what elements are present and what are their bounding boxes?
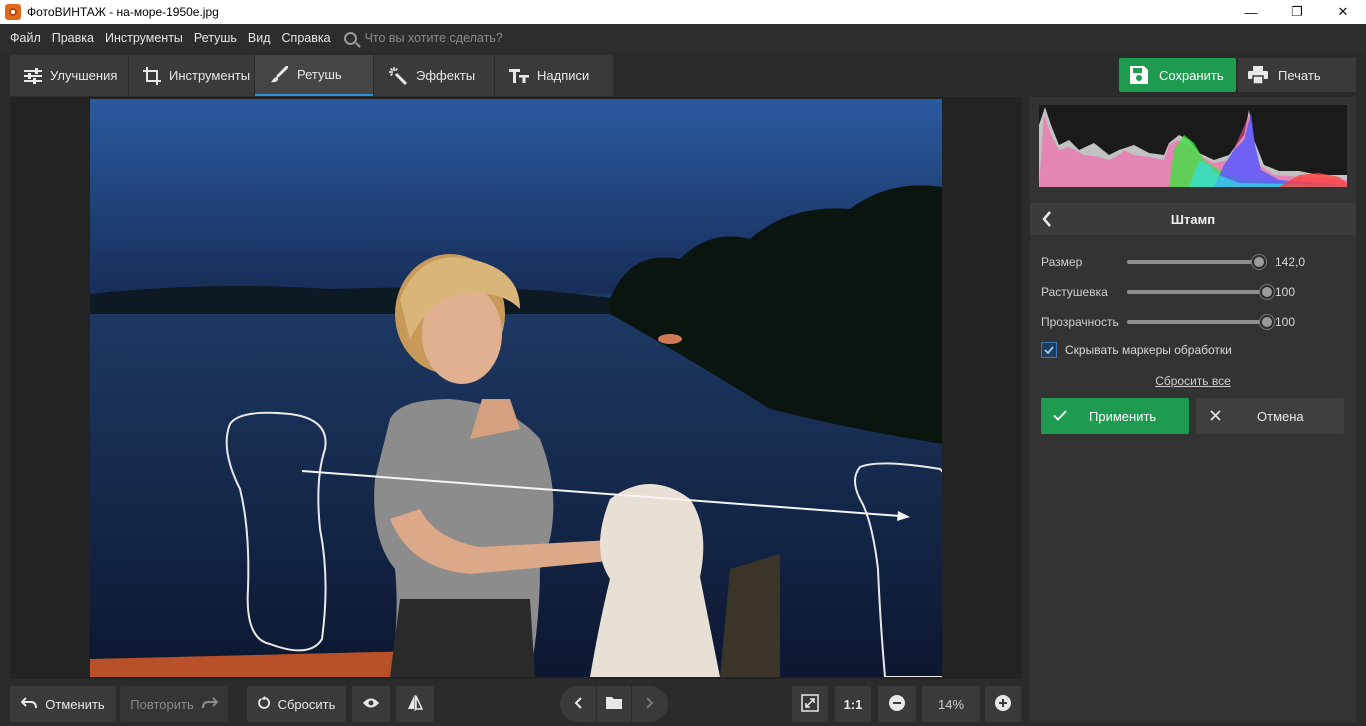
fit-screen-icon (801, 693, 819, 715)
search-icon (343, 31, 357, 45)
save-label: Сохранить (1159, 67, 1224, 83)
checkmark-icon (1044, 346, 1054, 354)
tab-retouch[interactable]: Ретушь (255, 55, 373, 96)
prev-photo-button[interactable] (560, 686, 596, 722)
slider-knob[interactable] (1260, 285, 1274, 299)
feather-label: Растушевка (1041, 285, 1108, 299)
photo-image (90, 99, 942, 677)
apply-label: Применить (1089, 408, 1157, 424)
chevron-right-icon (646, 696, 654, 712)
opacity-label: Прозрачность (1041, 315, 1119, 329)
tab-improvements[interactable]: Улучшения (10, 55, 128, 96)
menu-retouch[interactable]: Ретушь (194, 31, 237, 45)
opacity-slider-row: Прозрачность 100 (1041, 312, 1341, 332)
tab-label: Эффекты (416, 68, 476, 83)
cancel-label: Отмена (1257, 408, 1304, 424)
sliders-icon (24, 66, 42, 86)
redo-label: Повторить (130, 696, 194, 712)
main-tabs: Улучшения Инструменты Ретушь Эффекты Над… (10, 55, 614, 96)
undo-label: Отменить (45, 696, 105, 712)
plus-circle-icon (995, 694, 1011, 714)
minimize-button[interactable]: — (1228, 0, 1274, 24)
preview-button[interactable] (352, 686, 390, 722)
window-title: ФотоВИНТАЖ - на-море-1950е.jpg (27, 5, 219, 19)
menu-view[interactable]: Вид (248, 31, 271, 45)
reset-icon (257, 695, 272, 713)
hide-markers-option[interactable]: Скрывать маркеры обработки (1041, 342, 1232, 358)
hide-markers-checkbox[interactable] (1041, 342, 1057, 358)
slider-knob[interactable] (1251, 255, 1266, 269)
save-button[interactable]: Сохранить (1119, 58, 1236, 92)
fit-screen-button[interactable] (792, 686, 828, 722)
eye-icon (362, 697, 380, 712)
print-label: Печать (1278, 67, 1321, 83)
size-slider[interactable] (1127, 255, 1267, 269)
panel-header: Штамп (1030, 203, 1356, 235)
print-button[interactable]: Печать (1238, 58, 1356, 92)
maximize-button[interactable]: ❐ (1274, 0, 1320, 24)
undo-icon (20, 696, 38, 712)
folder-icon (606, 696, 622, 712)
command-search[interactable]: Что вы хотите сделать? (343, 31, 503, 45)
photo-canvas[interactable] (90, 99, 942, 677)
zoom-out-button[interactable] (878, 686, 916, 722)
tab-label: Улучшения (50, 68, 118, 83)
chevron-left-icon (574, 696, 582, 712)
panel-title: Штамп (1170, 211, 1216, 227)
tab-captions[interactable]: Надписи (495, 55, 613, 96)
redo-icon (201, 696, 219, 712)
next-photo-button[interactable] (632, 686, 668, 722)
printer-icon (1248, 65, 1268, 85)
canvas-area[interactable] (10, 97, 1022, 679)
app-logo-icon (5, 4, 21, 20)
feather-slider-row: Растушевка 100 (1041, 282, 1341, 302)
text-icon (509, 66, 529, 86)
check-icon (1053, 409, 1067, 424)
size-slider-row: Размер 142,0 (1041, 252, 1341, 272)
tab-label: Инструменты (169, 68, 251, 83)
opacity-slider[interactable] (1127, 315, 1274, 329)
size-value: 142,0 (1275, 255, 1306, 269)
bottom-toolbar: Отменить Повторить Сбросить 1:1 14% (0, 682, 1024, 726)
reset-all-link[interactable]: Сбросить все (1030, 374, 1356, 388)
feather-slider[interactable] (1127, 285, 1274, 299)
hide-markers-label: Скрывать маркеры обработки (1065, 343, 1232, 357)
tab-tools[interactable]: Инструменты (129, 55, 254, 96)
menu-bar: Файл Правка Инструменты Ретушь Вид Справ… (0, 24, 1366, 52)
menu-file[interactable]: Файл (10, 31, 41, 45)
menu-help[interactable]: Справка (282, 31, 331, 45)
zoom-actual-button[interactable]: 1:1 (835, 686, 871, 722)
redo-button[interactable]: Повторить (120, 686, 228, 722)
title-bar: ФотоВИНТАЖ - на-море-1950е.jpg — ❐ ✕ (0, 0, 1366, 24)
apply-button[interactable]: Применить (1041, 398, 1189, 434)
reset-button[interactable]: Сбросить (247, 686, 346, 722)
tab-label: Ретушь (297, 67, 342, 82)
opacity-value: 100 (1275, 315, 1296, 329)
floppy-icon (1129, 65, 1149, 85)
feather-value: 100 (1275, 285, 1296, 299)
magic-wand-icon (388, 66, 408, 86)
crop-icon (143, 66, 161, 86)
tab-label: Надписи (537, 68, 590, 83)
close-icon (1210, 409, 1221, 424)
reset-label: Сбросить (277, 696, 336, 712)
chevron-left-icon[interactable] (1042, 211, 1052, 230)
cancel-button[interactable]: Отмена (1196, 398, 1344, 434)
undo-button[interactable]: Отменить (10, 686, 116, 722)
tab-effects[interactable]: Эффекты (374, 55, 494, 96)
menu-tools[interactable]: Инструменты (105, 31, 183, 45)
zoom-level[interactable]: 14% (922, 686, 980, 722)
search-placeholder: Что вы хотите сделать? (364, 31, 503, 45)
slider-knob[interactable] (1260, 315, 1274, 329)
compare-icon (407, 694, 424, 714)
brush-icon (269, 65, 289, 85)
compare-button[interactable] (396, 686, 434, 722)
menu-edit[interactable]: Правка (52, 31, 94, 45)
size-label: Размер (1041, 255, 1083, 269)
zoom-in-button[interactable] (985, 686, 1021, 722)
minus-circle-icon (889, 694, 905, 714)
histogram (1039, 105, 1347, 187)
close-button[interactable]: ✕ (1320, 0, 1366, 24)
open-folder-button[interactable] (597, 686, 631, 722)
